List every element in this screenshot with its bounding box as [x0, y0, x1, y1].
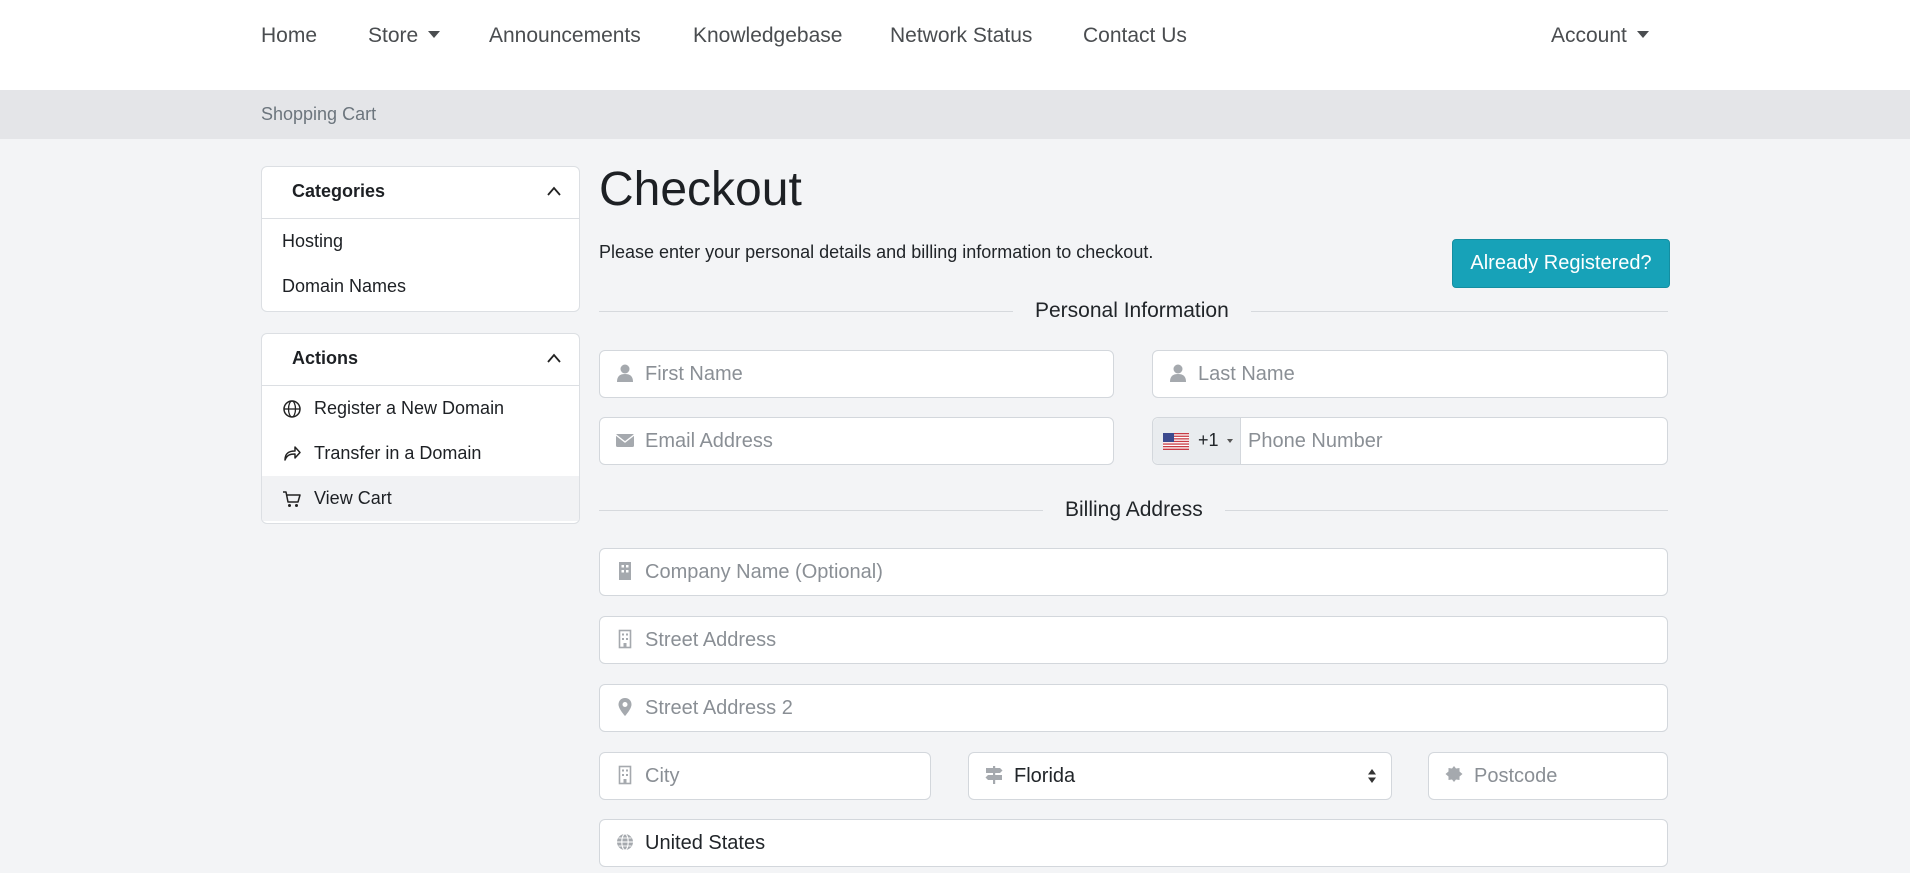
state-select[interactable]: Florida	[968, 752, 1392, 800]
state-value: Florida	[1014, 765, 1076, 787]
already-registered-button[interactable]: Already Registered?	[1452, 239, 1670, 288]
nav-store-label: Store	[368, 24, 419, 47]
country-value: United States	[645, 832, 766, 854]
action-view-cart[interactable]: View Cart	[262, 476, 579, 521]
phone-input[interactable]	[1248, 418, 1658, 464]
postcode-input[interactable]	[1474, 753, 1654, 799]
user-icon	[617, 364, 633, 382]
nav-contact-us[interactable]: Contact Us	[1083, 24, 1187, 48]
categories-panel: Categories Hosting Domain Names	[261, 166, 580, 312]
signpost-icon	[985, 766, 1003, 784]
street-address-field	[599, 616, 1668, 664]
first-name-input[interactable]	[645, 351, 1095, 397]
action-register-domain[interactable]: Register a New Domain	[262, 386, 579, 431]
category-hosting-label: Hosting	[282, 231, 344, 251]
actions-panel: Actions Register a New Domain Transfer i…	[261, 333, 580, 524]
actions-header[interactable]: Actions	[262, 334, 579, 386]
caret-down-icon	[1227, 439, 1233, 443]
street-address-2-input[interactable]	[645, 685, 1645, 731]
globe-icon	[283, 400, 301, 418]
categories-title: Categories	[292, 181, 386, 201]
building-outline-icon	[618, 765, 632, 785]
company-field	[599, 548, 1668, 596]
building-outline-icon	[618, 629, 632, 649]
email-input[interactable]	[645, 418, 1095, 464]
breadcrumb: Shopping Cart	[261, 104, 377, 124]
checkout-instructions: Please enter your personal details and b…	[599, 242, 1154, 262]
street-address-2-field	[599, 684, 1668, 732]
phone-field: +1	[1152, 417, 1668, 465]
company-input[interactable]	[645, 549, 1645, 595]
category-hosting[interactable]: Hosting	[262, 219, 579, 264]
country-code-selector[interactable]: +1	[1153, 418, 1241, 464]
select-arrows-icon	[1368, 769, 1376, 783]
building-icon	[619, 562, 631, 580]
nav-announcements[interactable]: Announcements	[489, 24, 641, 48]
action-transfer-domain[interactable]: Transfer in a Domain	[262, 431, 579, 476]
nav-store[interactable]: Store	[368, 24, 441, 48]
billing-address-heading: Billing Address	[1043, 498, 1225, 522]
last-name-input[interactable]	[1198, 351, 1648, 397]
action-register-domain-label: Register a New Domain	[314, 398, 505, 418]
cart-icon	[283, 491, 301, 507]
page-title: Checkout	[599, 163, 802, 216]
categories-header[interactable]: Categories	[262, 167, 579, 219]
envelope-icon	[616, 434, 634, 447]
personal-information-heading: Personal Information	[1013, 299, 1251, 323]
globe-icon	[617, 833, 633, 851]
share-arrow-icon	[284, 446, 301, 461]
nav-knowledgebase[interactable]: Knowledgebase	[693, 24, 842, 48]
nav-account-label: Account	[1551, 24, 1627, 47]
category-domain-names-label: Domain Names	[282, 276, 407, 296]
map-marker-icon	[618, 698, 632, 716]
user-icon	[1170, 364, 1186, 382]
category-domain-names[interactable]: Domain Names	[262, 264, 579, 309]
chevron-up-icon	[547, 186, 561, 196]
action-view-cart-label: View Cart	[314, 488, 392, 508]
nav-home[interactable]: Home	[261, 24, 317, 48]
country-select[interactable]: United States	[599, 819, 1668, 867]
breadcrumb-bar: Shopping Cart	[0, 90, 1910, 139]
country-code-label: +1	[1198, 430, 1219, 450]
street-address-input[interactable]	[645, 617, 1645, 663]
city-input[interactable]	[645, 753, 915, 799]
email-field	[599, 417, 1114, 465]
certificate-icon	[1445, 766, 1463, 782]
us-flag-icon	[1163, 433, 1189, 450]
action-transfer-domain-label: Transfer in a Domain	[314, 443, 482, 463]
actions-title: Actions	[292, 348, 359, 368]
city-field	[599, 752, 931, 800]
top-navbar: Home Store Announcements Knowledgebase N…	[0, 0, 1910, 90]
chevron-up-icon	[547, 353, 561, 363]
first-name-field	[599, 350, 1114, 398]
postcode-field	[1428, 752, 1668, 800]
nav-account[interactable]: Account	[1551, 24, 1649, 48]
caret-down-icon	[1636, 31, 1649, 38]
caret-down-icon	[428, 31, 441, 38]
nav-network-status[interactable]: Network Status	[890, 24, 1032, 48]
last-name-field	[1152, 350, 1668, 398]
